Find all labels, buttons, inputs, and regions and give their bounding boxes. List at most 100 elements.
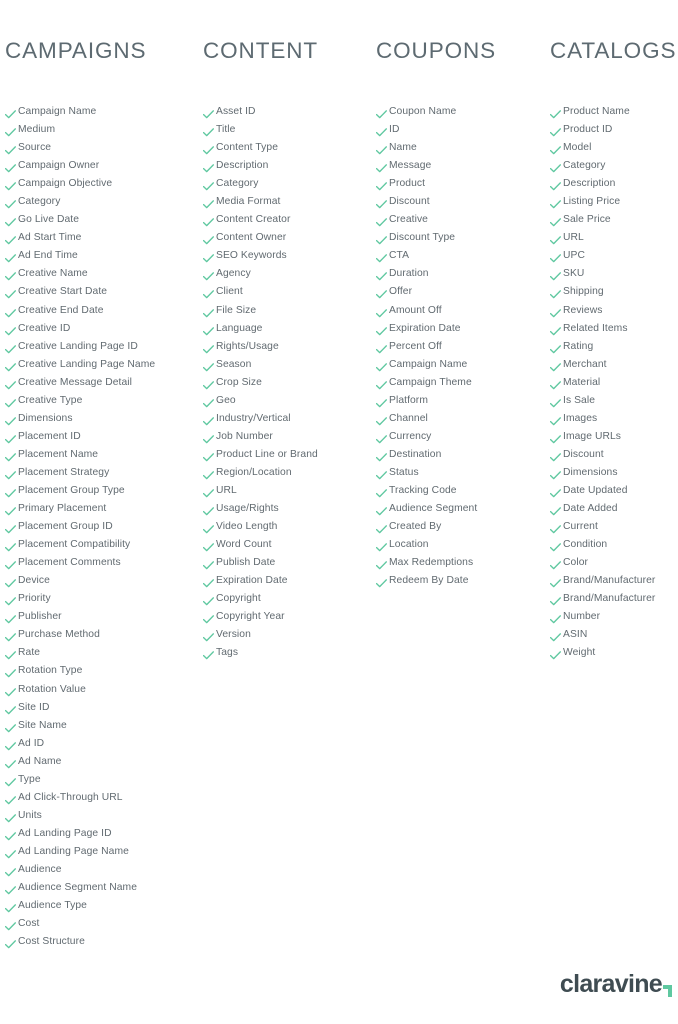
field-list-item[interactable]: Version bbox=[203, 626, 371, 644]
field-list-item[interactable]: Number bbox=[550, 608, 678, 626]
field-list-item[interactable]: Content Type bbox=[203, 139, 371, 157]
field-list-item[interactable]: Name bbox=[376, 139, 543, 157]
field-list-item[interactable]: Audience Type bbox=[5, 897, 199, 915]
field-list-item[interactable]: Ad Name bbox=[5, 753, 199, 771]
field-list-item[interactable]: Dimensions bbox=[550, 464, 678, 482]
field-list-item[interactable]: Created By bbox=[376, 518, 543, 536]
field-list-item[interactable]: Device bbox=[5, 572, 199, 590]
field-list-item[interactable]: Dimensions bbox=[5, 410, 199, 428]
field-list-item[interactable]: Ad Landing Page Name bbox=[5, 843, 199, 861]
field-list-item[interactable]: Crop Size bbox=[203, 374, 371, 392]
field-list-item[interactable]: Location bbox=[376, 536, 543, 554]
field-list-item[interactable]: Media Format bbox=[203, 193, 371, 211]
field-list-item[interactable]: Publish Date bbox=[203, 554, 371, 572]
field-list-item[interactable]: Title bbox=[203, 121, 371, 139]
field-list-item[interactable]: Industry/Vertical bbox=[203, 410, 371, 428]
field-list-item[interactable]: ID bbox=[376, 121, 543, 139]
field-list-item[interactable]: Season bbox=[203, 356, 371, 374]
field-list-item[interactable]: URL bbox=[203, 482, 371, 500]
field-list-item[interactable]: Placement Name bbox=[5, 446, 199, 464]
field-list-item[interactable]: Campaign Owner bbox=[5, 157, 199, 175]
field-list-item[interactable]: Reviews bbox=[550, 302, 678, 320]
field-list-item[interactable]: Creative End Date bbox=[5, 302, 199, 320]
field-list-item[interactable]: Client bbox=[203, 283, 371, 301]
field-list-item[interactable]: Source bbox=[5, 139, 199, 157]
field-list-item[interactable]: Product Line or Brand bbox=[203, 446, 371, 464]
field-list-item[interactable]: Audience Segment Name bbox=[5, 879, 199, 897]
field-list-item[interactable]: Creative ID bbox=[5, 320, 199, 338]
field-list-item[interactable]: Current bbox=[550, 518, 678, 536]
field-list-item[interactable]: Copyright bbox=[203, 590, 371, 608]
field-list-item[interactable]: Discount bbox=[550, 446, 678, 464]
field-list-item[interactable]: Primary Placement bbox=[5, 500, 199, 518]
field-list-item[interactable]: Redeem By Date bbox=[376, 572, 543, 590]
field-list-item[interactable]: CTA bbox=[376, 247, 543, 265]
field-list-item[interactable]: Site Name bbox=[5, 717, 199, 735]
field-list-item[interactable]: Creative Start Date bbox=[5, 283, 199, 301]
field-list-item[interactable]: Weight bbox=[550, 644, 678, 662]
field-list-item[interactable]: Condition bbox=[550, 536, 678, 554]
field-list-item[interactable]: Type bbox=[5, 771, 199, 789]
field-list-item[interactable]: Brand/Manufacturer bbox=[550, 572, 678, 590]
field-list-item[interactable]: Shipping bbox=[550, 283, 678, 301]
field-list-item[interactable]: Description bbox=[550, 175, 678, 193]
field-list-item[interactable]: Cost Structure bbox=[5, 933, 199, 951]
field-list-item[interactable]: Duration bbox=[376, 265, 543, 283]
field-list-item[interactable]: Channel bbox=[376, 410, 543, 428]
field-list-item[interactable]: Ad Landing Page ID bbox=[5, 825, 199, 843]
field-list-item[interactable]: Creative Message Detail bbox=[5, 374, 199, 392]
field-list-item[interactable]: Site ID bbox=[5, 699, 199, 717]
field-list-item[interactable]: Publisher bbox=[5, 608, 199, 626]
field-list-item[interactable]: ASIN bbox=[550, 626, 678, 644]
field-list-item[interactable]: Placement Strategy bbox=[5, 464, 199, 482]
field-list-item[interactable]: Campaign Objective bbox=[5, 175, 199, 193]
field-list-item[interactable]: Language bbox=[203, 320, 371, 338]
field-list-item[interactable]: Material bbox=[550, 374, 678, 392]
field-list-item[interactable]: Platform bbox=[376, 392, 543, 410]
field-list-item[interactable]: Job Number bbox=[203, 428, 371, 446]
field-list-item[interactable]: SEO Keywords bbox=[203, 247, 371, 265]
field-list-item[interactable]: Related Items bbox=[550, 320, 678, 338]
field-list-item[interactable]: Priority bbox=[5, 590, 199, 608]
field-list-item[interactable]: Listing Price bbox=[550, 193, 678, 211]
field-list-item[interactable]: Geo bbox=[203, 392, 371, 410]
field-list-item[interactable]: Video Length bbox=[203, 518, 371, 536]
field-list-item[interactable]: UPC bbox=[550, 247, 678, 265]
field-list-item[interactable]: Discount bbox=[376, 193, 543, 211]
field-list-item[interactable]: Rotation Type bbox=[5, 662, 199, 680]
field-list-item[interactable]: Tracking Code bbox=[376, 482, 543, 500]
field-list-item[interactable]: Amount Off bbox=[376, 302, 543, 320]
field-list-item[interactable]: Images bbox=[550, 410, 678, 428]
field-list-item[interactable]: Category bbox=[550, 157, 678, 175]
field-list-item[interactable]: Placement ID bbox=[5, 428, 199, 446]
field-list-item[interactable]: Creative Landing Page Name bbox=[5, 356, 199, 374]
field-list-item[interactable]: Rating bbox=[550, 338, 678, 356]
field-list-item[interactable]: Brand/Manufacturer bbox=[550, 590, 678, 608]
field-list-item[interactable]: Audience Segment bbox=[376, 500, 543, 518]
field-list-item[interactable]: SKU bbox=[550, 265, 678, 283]
field-list-item[interactable]: Placement Group ID bbox=[5, 518, 199, 536]
field-list-item[interactable]: Creative bbox=[376, 211, 543, 229]
field-list-item[interactable]: Campaign Name bbox=[376, 356, 543, 374]
field-list-item[interactable]: Discount Type bbox=[376, 229, 543, 247]
field-list-item[interactable]: Creative Landing Page ID bbox=[5, 338, 199, 356]
field-list-item[interactable]: Color bbox=[550, 554, 678, 572]
field-list-item[interactable]: Agency bbox=[203, 265, 371, 283]
field-list-item[interactable]: Merchant bbox=[550, 356, 678, 374]
field-list-item[interactable]: Creative Name bbox=[5, 265, 199, 283]
field-list-item[interactable]: Max Redemptions bbox=[376, 554, 543, 572]
field-list-item[interactable]: Product Name bbox=[550, 103, 678, 121]
field-list-item[interactable]: Ad Start Time bbox=[5, 229, 199, 247]
field-list-item[interactable]: Status bbox=[376, 464, 543, 482]
field-list-item[interactable]: Asset ID bbox=[203, 103, 371, 121]
field-list-item[interactable]: Product ID bbox=[550, 121, 678, 139]
field-list-item[interactable]: Category bbox=[203, 175, 371, 193]
field-list-item[interactable]: Cost bbox=[5, 915, 199, 933]
field-list-item[interactable]: Percent Off bbox=[376, 338, 543, 356]
field-list-item[interactable]: Image URLs bbox=[550, 428, 678, 446]
field-list-item[interactable]: Placement Compatibility bbox=[5, 536, 199, 554]
field-list-item[interactable]: Copyright Year bbox=[203, 608, 371, 626]
field-list-item[interactable]: Expiration Date bbox=[376, 320, 543, 338]
field-list-item[interactable]: Offer bbox=[376, 283, 543, 301]
field-list-item[interactable]: Message bbox=[376, 157, 543, 175]
